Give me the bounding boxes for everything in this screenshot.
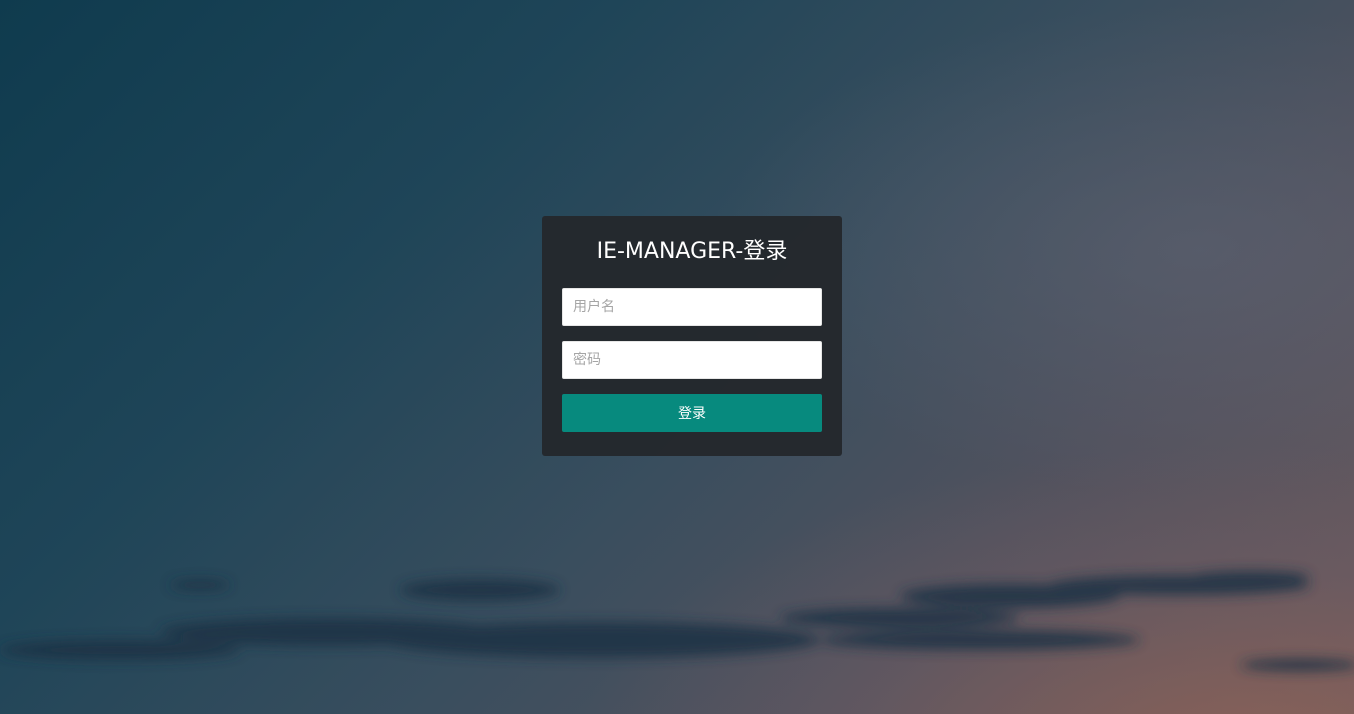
password-input[interactable] xyxy=(562,341,822,379)
login-panel: IE-MANAGER-登录 登录 xyxy=(542,216,842,456)
login-title: IE-MANAGER-登录 xyxy=(596,239,788,264)
username-input[interactable] xyxy=(562,288,822,326)
login-button[interactable]: 登录 xyxy=(562,394,822,432)
